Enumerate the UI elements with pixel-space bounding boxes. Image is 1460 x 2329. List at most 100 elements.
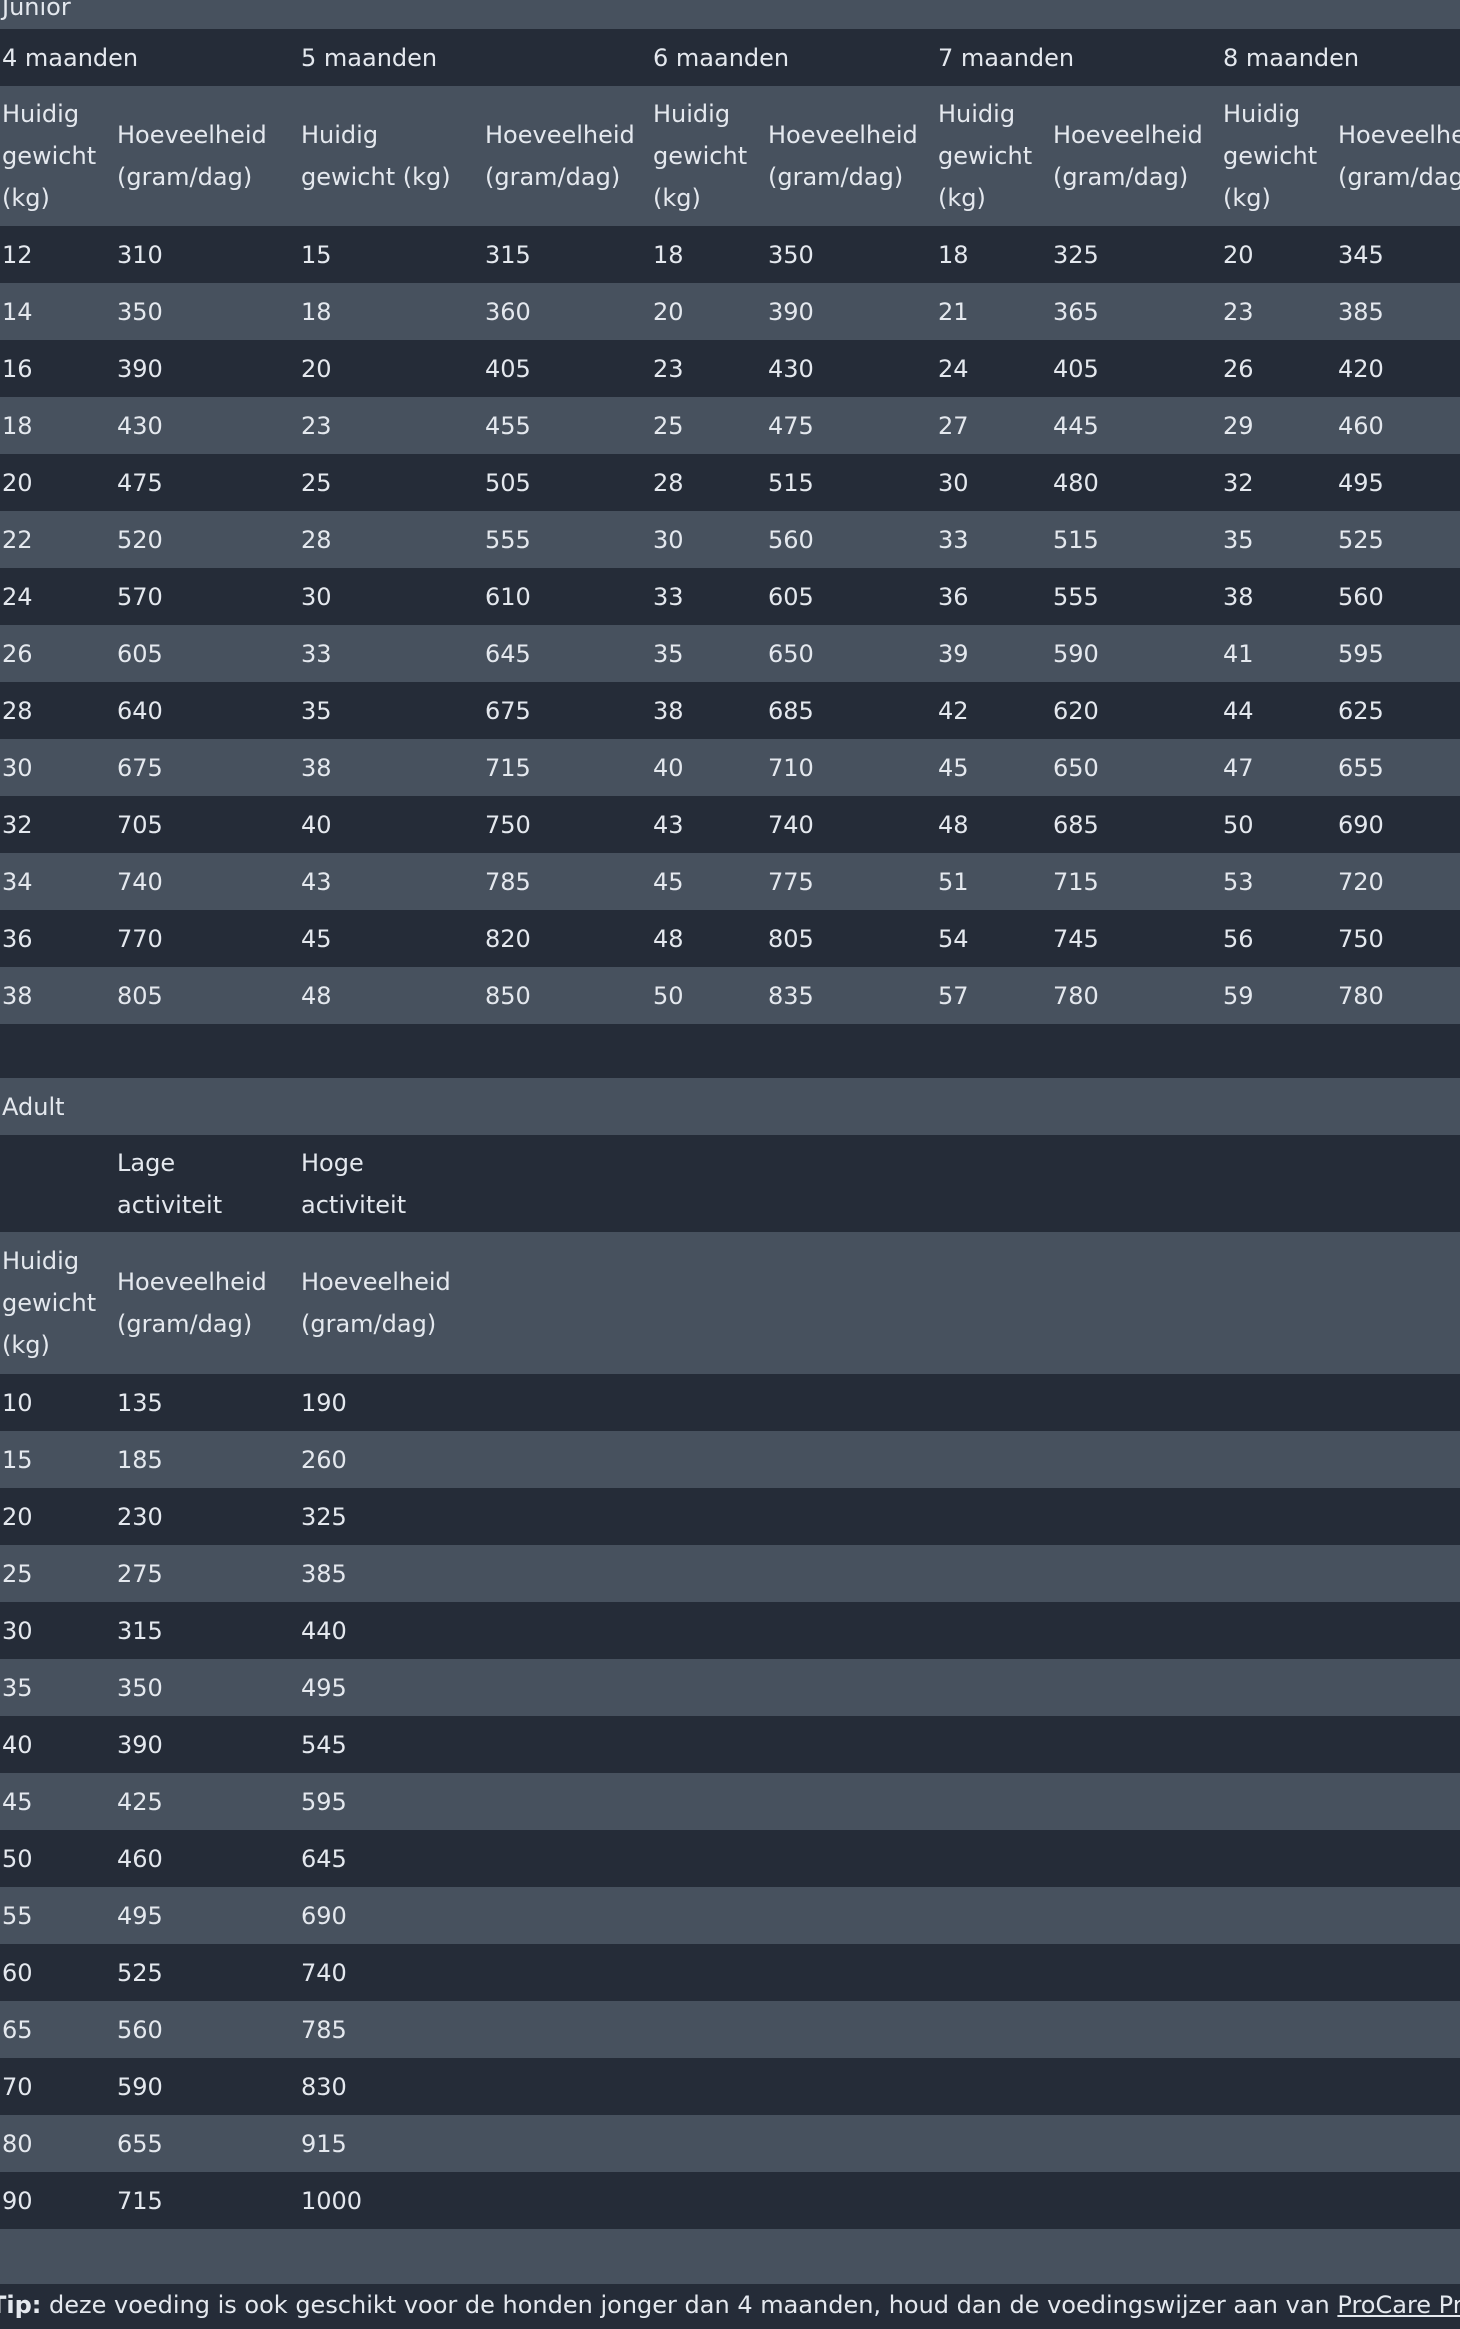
table-cell: 720 — [1338, 867, 1384, 896]
table-cell: 59 — [1223, 981, 1254, 1010]
table-cell: 56 — [1223, 924, 1254, 953]
table-row: 65 560 785 — [0, 2001, 1460, 2058]
table-cell: 35 — [301, 696, 332, 725]
table-cell: 360 — [485, 297, 531, 326]
table-cell: 620 — [1053, 696, 1099, 725]
table-cell: 23 — [1223, 297, 1254, 326]
table-row: 25 275 385 — [0, 1545, 1460, 1602]
table-cell: 390 — [117, 354, 163, 383]
amount-header: Hoeveelheid (gram/dag) — [768, 121, 918, 191]
table-cell: 38 — [653, 696, 684, 725]
table-cell: 80 — [2, 2129, 33, 2158]
table-cell: 590 — [117, 2072, 163, 2101]
table-cell: 605 — [117, 639, 163, 668]
table-cell: 770 — [117, 924, 163, 953]
table-cell: 36 — [938, 582, 969, 611]
procare-protection-link[interactable]: ProCare Protection — [1337, 2291, 1460, 2319]
table-cell: 675 — [117, 753, 163, 782]
tip-label: Tip: — [0, 2291, 42, 2319]
table-cell: 20 — [653, 297, 684, 326]
table-cell: 51 — [938, 867, 969, 896]
table-row: 34 740 43 785 45 775 51 715 53 720 — [0, 853, 1460, 910]
table-row: 30 315 440 — [0, 1602, 1460, 1659]
table-cell: 26 — [2, 639, 33, 668]
table-cell: 53 — [1223, 867, 1254, 896]
table-cell: 47 — [1223, 753, 1254, 782]
table-cell: 260 — [301, 1445, 347, 1474]
table-cell: 405 — [1053, 354, 1099, 383]
table-cell: 655 — [117, 2129, 163, 2158]
table-cell: 570 — [117, 582, 163, 611]
table-cell: 36 — [2, 924, 33, 953]
junior-column-headers: Huidig gewicht (kg) Hoeveelheid (gram/dag) … — [0, 86, 1460, 226]
table-row: 55 495 690 — [0, 1887, 1460, 1944]
amount-header: Hoeveelheid (gram/dag) — [117, 1268, 267, 1338]
table-cell: 445 — [1053, 411, 1099, 440]
table-cell: 345 — [1338, 240, 1384, 269]
table-cell: 830 — [301, 2072, 347, 2101]
table-cell: 560 — [1338, 582, 1384, 611]
table-cell: 23 — [301, 411, 332, 440]
table-cell: 35 — [2, 1673, 33, 1702]
table-cell: 50 — [2, 1844, 33, 1873]
table-cell: 685 — [1053, 810, 1099, 839]
table-cell: 515 — [768, 468, 814, 497]
table-cell: 35 — [653, 639, 684, 668]
table-cell: 18 — [301, 297, 332, 326]
table-cell: 610 — [485, 582, 531, 611]
table-cell: 590 — [1053, 639, 1099, 668]
table-cell: 33 — [653, 582, 684, 611]
table-cell: 505 — [485, 468, 531, 497]
table-cell: 365 — [1053, 297, 1099, 326]
table-cell: 560 — [768, 525, 814, 554]
table-cell: 45 — [938, 753, 969, 782]
table-cell: 710 — [768, 753, 814, 782]
table-cell: 740 — [117, 867, 163, 896]
table-cell: 70 — [2, 2072, 33, 2101]
table-cell: 48 — [938, 810, 969, 839]
adult-activity-row: Lage activiteit Hoge activiteit — [0, 1135, 1460, 1232]
table-row: 32 705 40 750 43 740 48 685 50 690 — [0, 796, 1460, 853]
weight-header: Huidig gewicht (kg) — [2, 100, 97, 212]
table-cell: 55 — [2, 1901, 33, 1930]
table-cell: 385 — [301, 1559, 347, 1588]
weight-header: Huidig gewicht (kg) — [653, 100, 748, 212]
table-cell: 460 — [117, 1844, 163, 1873]
table-cell: 835 — [768, 981, 814, 1010]
table-cell: 30 — [2, 753, 33, 782]
month-7-label: 7 maanden — [938, 43, 1075, 72]
table-cell: 20 — [1223, 240, 1254, 269]
table-cell: 785 — [485, 867, 531, 896]
table-cell: 275 — [117, 1559, 163, 1588]
low-activity-label: Lage activiteit — [117, 1148, 223, 1219]
table-cell: 30 — [653, 525, 684, 554]
table-row: 20 230 325 — [0, 1488, 1460, 1545]
table-cell: 390 — [768, 297, 814, 326]
table-cell: 690 — [1338, 810, 1384, 839]
table-row: 80 655 915 — [0, 2115, 1460, 2172]
table-row: 90 715 1000 — [0, 2172, 1460, 2229]
table-row: 40 390 545 — [0, 1716, 1460, 1773]
month-6-label: 6 maanden — [653, 43, 790, 72]
table-cell: 45 — [2, 1787, 33, 1816]
junior-months-row: 4 maanden 5 maanden 6 maanden 7 maanden … — [0, 29, 1460, 86]
table-row: 12 310 15 315 18 350 18 325 20 345 — [0, 226, 1460, 283]
month-5-label: 5 maanden — [301, 43, 438, 72]
table-cell: 650 — [1053, 753, 1099, 782]
table-cell: 18 — [2, 411, 33, 440]
adult-column-headers: Huidig gewicht (kg) Hoeveelheid (gram/dag) … — [0, 1232, 1460, 1374]
table-cell: 425 — [117, 1787, 163, 1816]
table-row: 70 590 830 — [0, 2058, 1460, 2115]
table-cell: 850 — [485, 981, 531, 1010]
table-cell: 495 — [301, 1673, 347, 1702]
table-row: 38 805 48 850 50 835 57 780 59 780 — [0, 967, 1460, 1024]
table-cell: 820 — [485, 924, 531, 953]
table-cell: 45 — [653, 867, 684, 896]
table-cell: 350 — [117, 1673, 163, 1702]
table-cell: 805 — [768, 924, 814, 953]
table-cell: 915 — [301, 2129, 347, 2158]
table-row: 60 525 740 — [0, 1944, 1460, 2001]
table-cell: 805 — [117, 981, 163, 1010]
table-cell: 43 — [653, 810, 684, 839]
table-cell: 16 — [2, 354, 33, 383]
